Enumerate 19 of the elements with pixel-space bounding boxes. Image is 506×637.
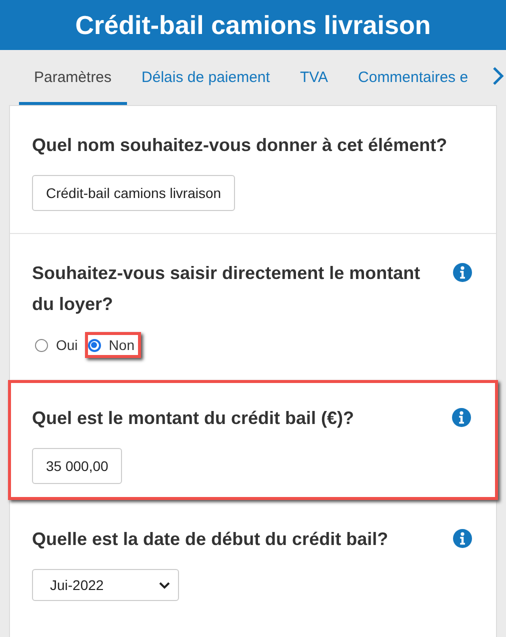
question-label: Quel nom souhaitez-vous donner à cet élément? (32, 134, 448, 157)
radio-label[interactable]: Non (108, 337, 134, 353)
text-field[interactable]: 35 000,00 (32, 448, 122, 484)
chevron-down-icon (159, 582, 170, 588)
info-icon[interactable] (452, 408, 471, 427)
radio-button[interactable] (88, 338, 101, 352)
question-label: Quelle est la date de début du crédit bail? (32, 528, 388, 551)
info-icon[interactable] (453, 529, 472, 548)
text-field[interactable]: Crédit-bail camions livraison (32, 175, 236, 211)
question-label: Quel est le montant du crédit bail (€)? (32, 407, 354, 430)
tab[interactable]: Délais de paiement (126, 50, 285, 105)
info-icon[interactable] (453, 263, 472, 282)
radio-label[interactable]: Oui (56, 337, 78, 353)
radio-button[interactable] (35, 338, 48, 352)
question-label: Souhaitez-vous saisir directement le montant du loyer? (32, 262, 422, 316)
page-title: Crédit-bail camions livraison (75, 10, 431, 40)
date-dropdown[interactable]: Jui-2022 (32, 569, 179, 601)
tab[interactable]: TVA (284, 50, 344, 105)
tab[interactable]: Commentaires e (343, 50, 484, 105)
